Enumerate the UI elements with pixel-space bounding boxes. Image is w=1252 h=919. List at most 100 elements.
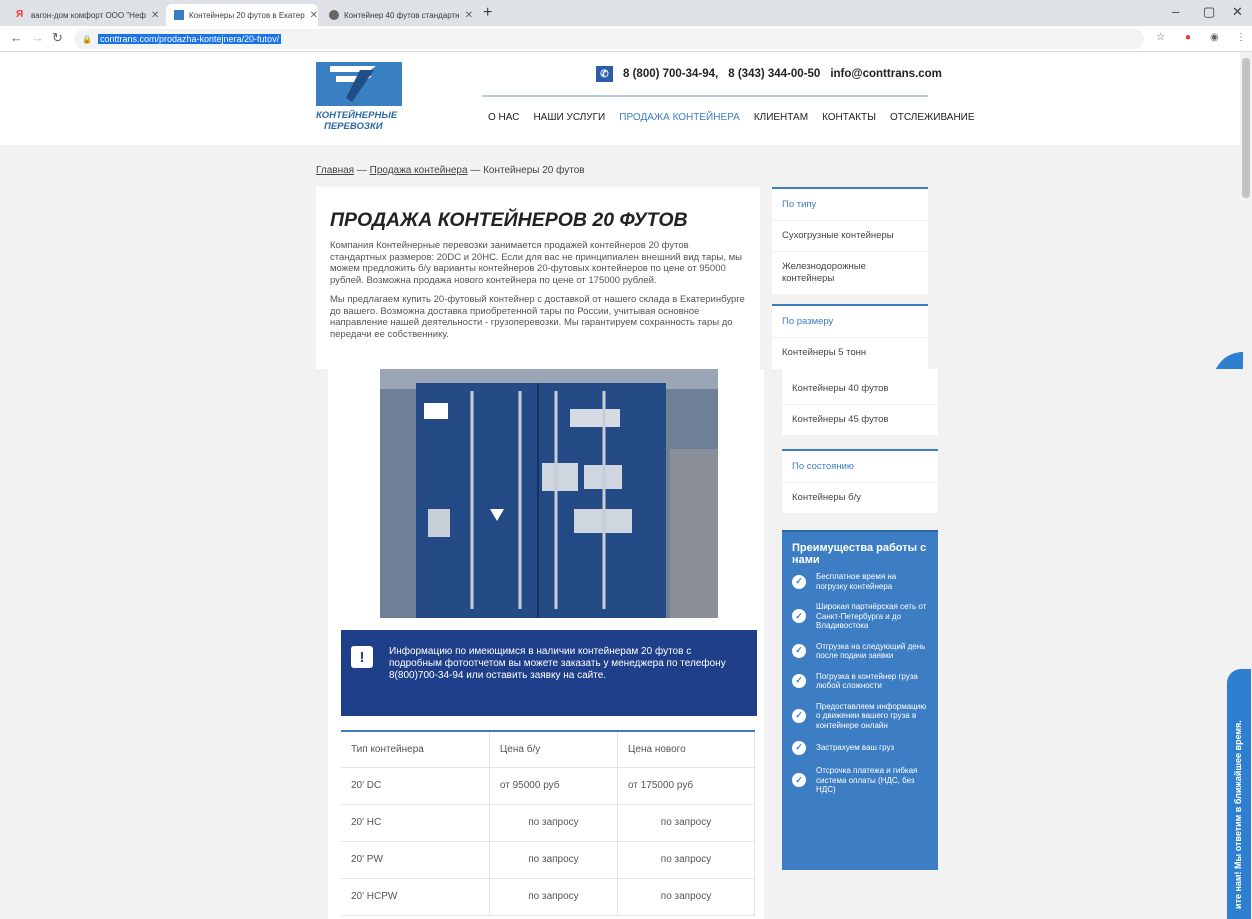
filter-heading: По типу: [782, 199, 817, 210]
phone-number-1[interactable]: 8 (800) 700-34-94,: [623, 68, 718, 80]
advantage-item: ✓ Отгрузка на следующий день после подачи…: [792, 642, 928, 661]
main-content: ПРОДАЖА КОНТЕЙНЕРОВ 20 ФУТОВ Компания Ко…: [316, 187, 760, 369]
check-icon: ✓: [792, 708, 806, 723]
breadcrumb-home-link[interactable]: Главная: [316, 165, 354, 176]
close-tab-icon[interactable]: ✕: [465, 10, 473, 21]
filter-by-size: По размеру Контейнеры 5 тонн: [772, 304, 928, 369]
browser-tab[interactable]: Контейнер 40 футов стандартн ✕: [321, 4, 476, 26]
nav-item-contacts[interactable]: КОНТАКТЫ: [822, 112, 876, 123]
sidebar-item-dry-containers[interactable]: Сухогрузные контейнеры: [772, 220, 928, 251]
maximize-icon[interactable]: ▢: [1203, 4, 1215, 20]
price-table: Тип контейнера Цена б/у Цена нового 20' …: [341, 730, 755, 916]
sidebar-item-used[interactable]: Контейнеры б/у: [782, 482, 938, 513]
url-text[interactable]: conttrans.com/prodazha-kontejnera/20-fut…: [97, 34, 282, 44]
info-callout-text: Информацию по имеющимся в наличии контей…: [389, 646, 726, 681]
forward-arrow-icon[interactable]: →: [31, 30, 44, 45]
check-icon: ✓: [792, 773, 806, 788]
close-window-icon[interactable]: ✕: [1232, 4, 1243, 20]
extension-icon[interactable]: ●: [1185, 32, 1191, 43]
advantage-text: Отсрочка платежа и гибкая система оплаты…: [816, 766, 918, 794]
sidebar-item-rail-containers[interactable]: Железнодорожные контейнеры: [772, 251, 928, 294]
nav-item-services[interactable]: НАШИ УСЛУГИ: [533, 112, 605, 123]
callback-tab-text[interactable]: ите нам! Мы ответим в ближайшее время.: [1233, 720, 1243, 909]
back-arrow-icon[interactable]: ←: [10, 30, 23, 45]
main-nav: О НАС НАШИ УСЛУГИ ПРОДАЖА КОНТЕЙНЕРА КЛИ…: [488, 112, 975, 123]
header-divider: [482, 95, 928, 97]
table-row: 20' PW по запросу по запросу: [341, 841, 755, 879]
table-cell: 20' PW: [341, 841, 490, 879]
nav-item-about[interactable]: О НАС: [488, 112, 519, 123]
advantage-item: ✓ Широкая партнёрская сеть от Санкт-Петер…: [792, 602, 928, 631]
table-cell: 20' DC: [341, 767, 490, 805]
table-cell: по запросу: [617, 841, 755, 879]
advantage-item: ✓ Предоставляем информацию о движении ваш…: [792, 702, 928, 731]
table-header-row: Тип контейнера Цена б/у Цена нового: [341, 730, 755, 768]
callback-side-tab[interactable]: ите нам! Мы ответим в ближайшее время.: [1227, 669, 1251, 919]
new-tab-button[interactable]: +: [483, 4, 492, 22]
browser-tab-active[interactable]: Контейнеры 20 футов в Екатер ✕: [166, 4, 318, 26]
sidebar-item-45-ft[interactable]: Контейнеры 45 футов: [782, 404, 938, 435]
url-input[interactable]: 🔒 conttrans.com/prodazha-kontejnera/20-f…: [74, 29, 1144, 49]
table-cell: по запросу: [617, 804, 755, 842]
site-header: КОНТЕЙНЕРНЫЕ ПЕРЕВОЗКИ ✆ 8 (800) 700-34-…: [0, 52, 1240, 145]
advantages-panel: Преимущества работы с нами ✓ Бесплатное в…: [782, 530, 938, 870]
container-photo: [380, 369, 718, 618]
advantage-text: Застрахуем ваш груз: [816, 743, 895, 753]
nav-item-container-sale[interactable]: ПРОДАЖА КОНТЕЙНЕРА: [619, 112, 740, 123]
profile-icon[interactable]: ◉: [1210, 32, 1219, 43]
page-body-lower: Информацию по имеющимся в наличии контей…: [0, 369, 1252, 919]
scrollbar-thumb[interactable]: [1242, 58, 1250, 198]
logo-text-line1: КОНТЕЙНЕРНЫЕ: [316, 110, 398, 121]
reload-icon[interactable]: ↻: [52, 30, 63, 46]
logo-text-line2: ПЕРЕВОЗКИ: [324, 121, 383, 132]
logo[interactable]: КОНТЕЙНЕРНЫЕ ПЕРЕВОЗКИ: [316, 62, 426, 142]
lock-icon: 🔒: [82, 34, 92, 44]
close-tab-icon[interactable]: ✕: [310, 10, 318, 21]
column-header: Цена б/у: [489, 730, 619, 768]
menu-icon[interactable]: ⋮: [1236, 32, 1246, 43]
sidebar-filters-lower: Контейнеры 40 футов Контейнеры 45 футов …: [782, 369, 938, 523]
advantage-text: Отгрузка на следующий день после подачи …: [816, 641, 926, 661]
table-cell: 20' HCPW: [341, 878, 490, 916]
check-icon: ✓: [792, 674, 806, 688]
email-link[interactable]: info@conttrans.com: [830, 68, 942, 80]
breadcrumb-separator: —: [467, 165, 484, 176]
browser-tab-bar: Я вагон-дом комфорт ООО "Неф ✕ Контейнер…: [0, 0, 1252, 26]
nav-item-tracking[interactable]: ОТСЛЕЖИВАНИЕ: [890, 112, 975, 123]
advantage-item: ✓ Погрузка в контейнер груза любой сложно…: [792, 672, 928, 691]
table-cell: от 95000 руб: [489, 767, 619, 805]
phone-number-2[interactable]: 8 (343) 344-00-50: [728, 68, 820, 80]
close-tab-icon[interactable]: ✕: [151, 10, 159, 21]
check-icon: ✓: [792, 741, 806, 755]
filter-by-state: По состоянию Контейнеры б/у: [782, 449, 938, 513]
star-icon[interactable]: ☆: [1156, 32, 1165, 43]
phone-icon: ✆: [596, 66, 613, 82]
container-photo-image: [380, 369, 718, 618]
table-cell: по запросу: [489, 878, 619, 916]
sidebar-item-5-ton[interactable]: Контейнеры 5 тонн: [772, 337, 928, 368]
check-icon: ✓: [792, 644, 806, 658]
check-icon: ✓: [792, 609, 806, 624]
table-cell: по запросу: [617, 878, 755, 916]
exclamation-icon: !: [351, 646, 373, 668]
sidebar-item-40-ft[interactable]: Контейнеры 40 футов: [782, 369, 938, 404]
filter-by-type: По типу Сухогрузные контейнеры Железнодо…: [772, 187, 928, 294]
logo-graphic: [316, 62, 402, 106]
advantage-text: Предоставляем информацию о движении ваше…: [816, 701, 927, 730]
minimize-icon[interactable]: –: [1172, 4, 1179, 19]
page-title: ПРОДАЖА КОНТЕЙНЕРОВ 20 ФУТОВ: [330, 209, 688, 231]
advantage-text: Бесплатное время на погрузку контейнера: [816, 572, 897, 591]
nav-item-clients[interactable]: КЛИЕНТАМ: [754, 112, 808, 123]
info-callout: Информацию по имеющимся в наличии контей…: [341, 630, 757, 716]
browser-tab[interactable]: Я вагон-дом комфорт ООО "Неф ✕: [8, 4, 163, 26]
delivery-paragraph: Мы предлагаем купить 20-футовый контейне…: [330, 294, 745, 340]
column-header: Тип контейнера: [341, 730, 490, 768]
table-cell: по запросу: [489, 804, 619, 842]
tab-title: Контейнер 40 футов стандартн: [344, 10, 460, 20]
filter-heading: По размеру: [782, 316, 834, 327]
filter-heading: По состоянию: [792, 461, 854, 472]
breadcrumb-section-link[interactable]: Продажа контейнера: [370, 165, 468, 176]
advantage-text: Погрузка в контейнер груза любой сложнос…: [816, 671, 918, 691]
address-bar: ← → ↻ 🔒 conttrans.com/prodazha-kontejner…: [0, 26, 1252, 52]
breadcrumb-current: Контейнеры 20 футов: [483, 165, 585, 176]
